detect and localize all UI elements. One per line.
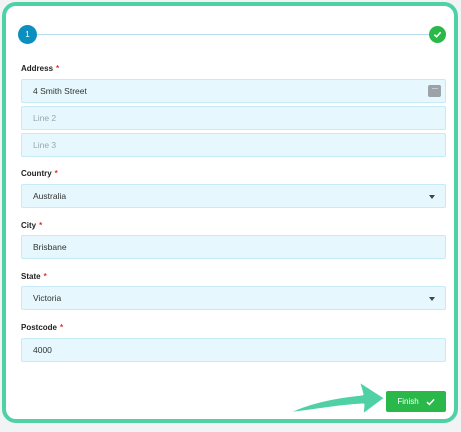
stepper: 1: [18, 25, 446, 45]
required-mark: *: [39, 221, 43, 230]
more-dots-icon[interactable]: ···: [428, 84, 441, 97]
address-line2-placeholder: Line 2: [33, 113, 57, 123]
city-input[interactable]: Brisbane: [21, 235, 446, 259]
country-label-text: Country: [21, 169, 52, 178]
state-label-text: State: [21, 272, 41, 281]
address-line2-input[interactable]: Line 2: [21, 106, 446, 130]
state-selected-value: Victoria: [33, 293, 62, 303]
step-1-indicator[interactable]: 1: [18, 25, 37, 44]
required-mark: *: [56, 64, 60, 73]
address-line3-placeholder: Line 3: [33, 140, 57, 150]
stepper-track: [32, 34, 434, 35]
finish-button-label: Finish: [397, 397, 419, 406]
required-mark: *: [43, 272, 47, 281]
city-label: City *: [21, 221, 42, 230]
state-label: State *: [21, 272, 47, 281]
pointer-arrow-icon: [282, 378, 388, 418]
finish-button[interactable]: Finish: [386, 391, 446, 412]
country-select[interactable]: Australia: [21, 184, 446, 208]
country-selected-value: Australia: [33, 191, 67, 201]
chevron-down-icon: [429, 297, 435, 301]
check-icon: [426, 398, 435, 405]
required-mark: *: [54, 169, 58, 178]
postcode-input[interactable]: 4000: [21, 338, 446, 362]
city-value: Brisbane: [33, 242, 67, 252]
postcode-label: Postcode *: [21, 323, 63, 332]
country-label: Country *: [21, 169, 58, 178]
postcode-label-text: Postcode: [21, 323, 58, 332]
address-line1-input[interactable]: 4 Smith Street ···: [21, 79, 446, 103]
check-circle-icon[interactable]: [429, 26, 446, 43]
address-line1-value: 4 Smith Street: [33, 86, 87, 96]
state-select[interactable]: Victoria: [21, 286, 446, 310]
address-line3-input[interactable]: Line 3: [21, 133, 446, 157]
required-mark: *: [60, 323, 64, 332]
address-label: Address *: [21, 64, 59, 73]
postcode-value: 4000: [33, 345, 52, 355]
city-label-text: City: [21, 221, 37, 230]
chevron-down-icon: [429, 195, 435, 199]
address-label-text: Address: [21, 64, 54, 73]
